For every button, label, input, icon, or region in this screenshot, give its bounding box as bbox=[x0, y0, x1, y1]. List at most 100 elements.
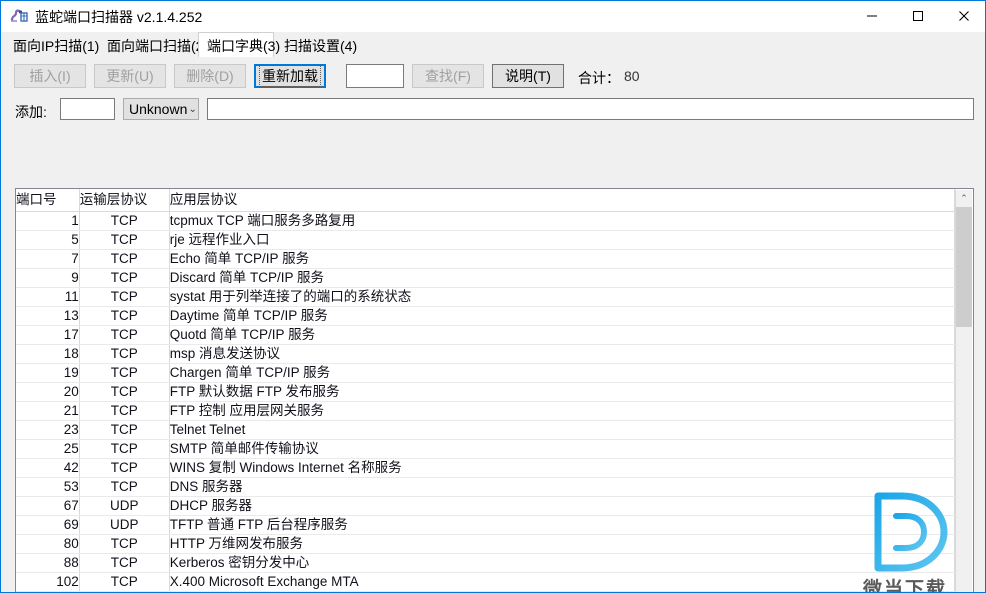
cell-transport: UDP bbox=[79, 515, 170, 535]
cell-port: 20 bbox=[16, 382, 80, 402]
cell-transport: TCP bbox=[79, 553, 170, 573]
cell-application: Daytime 简单 TCP/IP 服务 bbox=[169, 306, 956, 326]
table-row[interactable]: 88 TCP Kerberos 密钥分发中心 bbox=[16, 553, 956, 573]
table-row[interactable]: 69 UDP TFTP 普通 FTP 后台程序服务 bbox=[16, 515, 956, 535]
table-row[interactable]: 17 TCP Quotd 简单 TCP/IP 服务 bbox=[16, 325, 956, 345]
cell-application: Quotd 简单 TCP/IP 服务 bbox=[169, 325, 956, 345]
protocol-select-value: Unknown bbox=[129, 101, 188, 117]
column-header-transport[interactable]: 运输层协议 bbox=[79, 189, 170, 212]
cell-application: SMTP 简单邮件传输协议 bbox=[169, 439, 956, 459]
update-button[interactable]: 更新(U) bbox=[94, 64, 166, 88]
protocol-select[interactable]: Unknown ⌄ bbox=[123, 98, 199, 120]
cell-transport: TCP bbox=[79, 344, 170, 364]
search-input[interactable] bbox=[346, 64, 404, 88]
cell-transport: TCP bbox=[79, 477, 170, 497]
table-row[interactable]: 1 TCP tcpmux TCP 端口服务多路复用 bbox=[16, 211, 956, 231]
close-icon bbox=[959, 11, 969, 21]
cell-application: DHCP 服务器 bbox=[169, 496, 956, 516]
cell-transport: TCP bbox=[79, 268, 170, 288]
table-row[interactable]: 20 TCP FTP 默认数据 FTP 发布服务 bbox=[16, 382, 956, 402]
find-button-label: 查找(F) bbox=[425, 68, 471, 84]
client-area: 插入(I) 更新(U) 删除(D) 重新加载 查找(F) 说明(T) 合计： 8… bbox=[2, 58, 985, 592]
chevron-down-icon: ⌄ bbox=[188, 103, 197, 115]
close-button[interactable] bbox=[941, 1, 985, 31]
column-header-port[interactable]: 端口号 bbox=[16, 189, 80, 212]
table-row[interactable]: 11 TCP systat 用于列举连接了的端口的系统状态 bbox=[16, 287, 956, 307]
cell-port: 18 bbox=[16, 344, 80, 364]
cell-application: Discard 简单 TCP/IP 服务 bbox=[169, 268, 956, 288]
port-dictionary-grid[interactable]: 端口号 运输层协议 应用层协议 1 TCP tcpmux TCP 端口服务多路复用 5… bbox=[15, 188, 974, 592]
table-row[interactable]: 21 TCP FTP 控制 应用层网关服务 bbox=[16, 401, 956, 421]
cell-port: 19 bbox=[16, 363, 80, 383]
tab-scan-settings[interactable]: 扫描设置(4) bbox=[276, 34, 362, 58]
cell-port: 11 bbox=[16, 287, 80, 307]
cell-application: FTP 控制 应用层网关服务 bbox=[169, 401, 956, 421]
table-row[interactable]: 7 TCP Echo 简单 TCP/IP 服务 bbox=[16, 249, 956, 269]
table-row[interactable]: 67 UDP DHCP 服务器 bbox=[16, 496, 956, 516]
tab-port-dict[interactable]: 端口字典(3) bbox=[198, 32, 280, 58]
table-header-row: 端口号 运输层协议 应用层协议 bbox=[16, 189, 956, 212]
cell-application: DNS 服务器 bbox=[169, 477, 956, 497]
maximize-button[interactable] bbox=[895, 1, 941, 31]
title-bar: 蓝蛇端口扫描器 v2.1.4.252 bbox=[1, 1, 985, 32]
cell-application: Kerberos 密钥分发中心 bbox=[169, 553, 956, 573]
scroll-up-arrow-icon[interactable]: ⌃ bbox=[956, 190, 972, 207]
table-row[interactable]: 18 TCP msp 消息发送协议 bbox=[16, 344, 956, 364]
scrollbar-thumb[interactable] bbox=[956, 207, 972, 327]
cell-application: Echo 简单 TCP/IP 服务 bbox=[169, 249, 956, 269]
tab-ip-scan[interactable]: 面向IP扫描(1) bbox=[5, 34, 99, 58]
vertical-scrollbar[interactable]: ⌃ ⌄ bbox=[955, 190, 972, 592]
cell-application: Telnet Telnet bbox=[169, 420, 956, 440]
table-row[interactable]: 23 TCP Telnet Telnet bbox=[16, 420, 956, 440]
table-row[interactable]: 25 TCP SMTP 简单邮件传输协议 bbox=[16, 439, 956, 459]
table-row[interactable]: 13 TCP Daytime 简单 TCP/IP 服务 bbox=[16, 306, 956, 326]
cell-transport: TCP bbox=[79, 249, 170, 269]
update-button-label: 更新(U) bbox=[106, 68, 154, 84]
cell-transport: TCP bbox=[79, 325, 170, 345]
cell-transport: TCP bbox=[79, 439, 170, 459]
insert-button[interactable]: 插入(I) bbox=[14, 64, 86, 88]
table-row[interactable]: 80 TCP HTTP 万维网发布服务 bbox=[16, 534, 956, 554]
app-window: 蓝蛇端口扫描器 v2.1.4.252 面向IP扫描(1) 面向端口扫描(2) 端… bbox=[0, 0, 986, 593]
cell-transport: TCP bbox=[79, 382, 170, 402]
table-row[interactable]: 102 TCP X.400 Microsoft Exchange MTA bbox=[16, 572, 956, 592]
add-description-input[interactable] bbox=[207, 98, 974, 120]
table-row[interactable]: 42 TCP WINS 复制 Windows Internet 名称服务 bbox=[16, 458, 956, 478]
find-button[interactable]: 查找(F) bbox=[412, 64, 484, 88]
window-title: 蓝蛇端口扫描器 v2.1.4.252 bbox=[35, 9, 203, 25]
minimize-button[interactable] bbox=[849, 1, 895, 31]
table-row[interactable]: 5 TCP rje 远程作业入口 bbox=[16, 230, 956, 250]
cell-port: 23 bbox=[16, 420, 80, 440]
cell-port: 1 bbox=[16, 211, 80, 231]
add-label: 添加: bbox=[15, 104, 47, 120]
delete-button[interactable]: 删除(D) bbox=[174, 64, 246, 88]
total-label: 合计： bbox=[578, 70, 620, 86]
cell-application: TFTP 普通 FTP 后台程序服务 bbox=[169, 515, 956, 535]
cell-transport: TCP bbox=[79, 211, 170, 231]
cell-port: 69 bbox=[16, 515, 80, 535]
table-row[interactable]: 53 TCP DNS 服务器 bbox=[16, 477, 956, 497]
cell-transport: TCP bbox=[79, 420, 170, 440]
cell-application: tcpmux TCP 端口服务多路复用 bbox=[169, 211, 956, 231]
cell-port: 53 bbox=[16, 477, 80, 497]
help-button[interactable]: 说明(T) bbox=[492, 64, 564, 88]
tab-port-scan[interactable]: 面向端口扫描(2) bbox=[99, 34, 208, 58]
reload-button[interactable]: 重新加载 bbox=[254, 64, 326, 88]
cell-port: 21 bbox=[16, 401, 80, 421]
maximize-icon bbox=[913, 11, 923, 21]
cell-port: 42 bbox=[16, 458, 80, 478]
cell-transport: TCP bbox=[79, 572, 170, 592]
cell-port: 9 bbox=[16, 268, 80, 288]
table-row[interactable]: 9 TCP Discard 简单 TCP/IP 服务 bbox=[16, 268, 956, 288]
cell-port: 17 bbox=[16, 325, 80, 345]
cell-application: msp 消息发送协议 bbox=[169, 344, 956, 364]
snake-app-icon bbox=[10, 8, 28, 26]
column-header-application[interactable]: 应用层协议 bbox=[169, 189, 956, 212]
cell-application: FTP 默认数据 FTP 发布服务 bbox=[169, 382, 956, 402]
table-row[interactable]: 19 TCP Chargen 简单 TCP/IP 服务 bbox=[16, 363, 956, 383]
cell-application: HTTP 万维网发布服务 bbox=[169, 534, 956, 554]
cell-transport: TCP bbox=[79, 534, 170, 554]
cell-application: Chargen 简单 TCP/IP 服务 bbox=[169, 363, 956, 383]
tab-strip: 面向IP扫描(1) 面向端口扫描(2) 端口字典(3) 扫描设置(4) bbox=[1, 32, 985, 58]
add-port-input[interactable] bbox=[60, 98, 115, 120]
